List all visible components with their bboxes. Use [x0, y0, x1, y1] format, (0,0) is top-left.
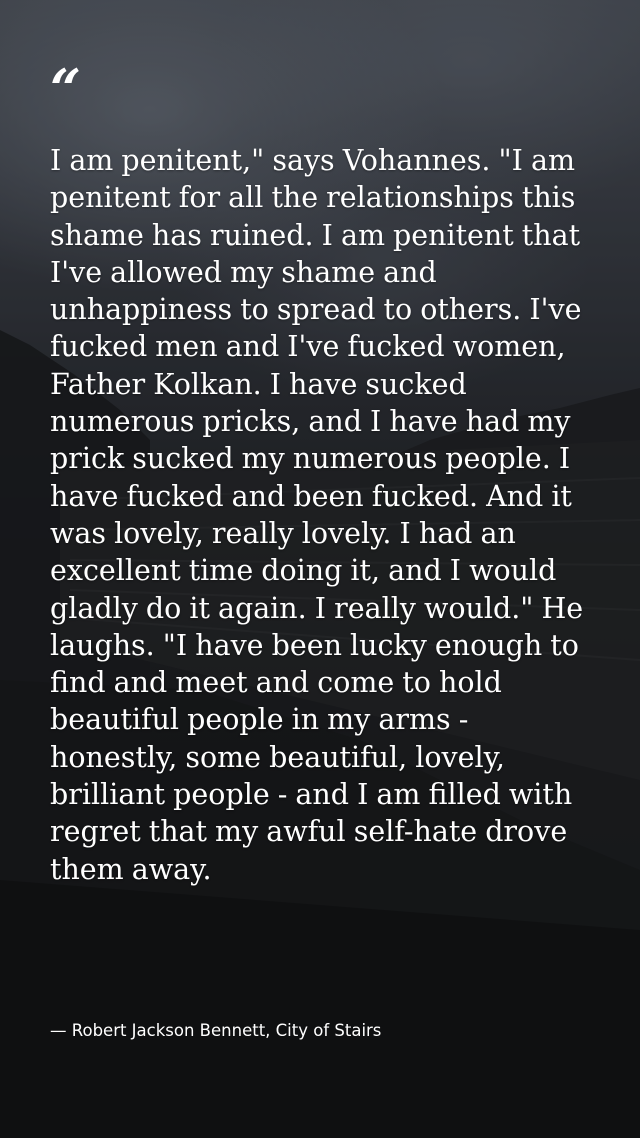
quote-card: “ I am penitent," says Vohannes. "I am p… [0, 0, 640, 1138]
open-quote-icon: “ [50, 57, 82, 121]
quote-text: I am penitent," says Vohannes. "I am pen… [50, 144, 584, 886]
quote-attribution: — Robert Jackson Bennett, City of Stairs [50, 1021, 382, 1040]
